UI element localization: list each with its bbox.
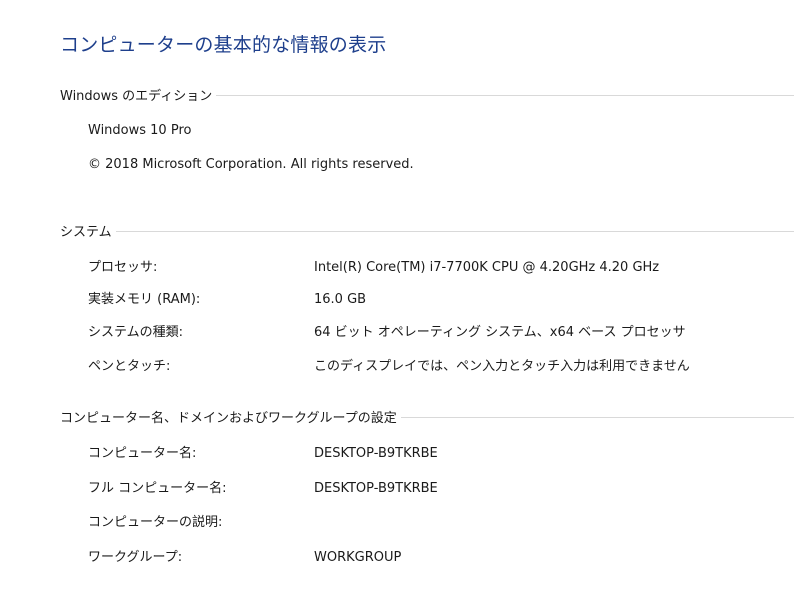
computer-section-label: コンピューター名、ドメインおよびワークグループの設定	[60, 410, 397, 426]
computer-name-label: コンピューター名:	[88, 446, 197, 461]
computer-description-label: コンピューターの説明:	[88, 515, 223, 530]
workgroup-label: ワークグループ:	[88, 550, 183, 565]
computer-section-header: コンピューター名、ドメインおよびワークグループの設定	[60, 406, 794, 426]
workgroup-value: WORKGROUP	[314, 550, 402, 565]
processor-label: プロセッサ:	[88, 260, 158, 275]
full-computer-name-value: DESKTOP-B9TKRBE	[314, 481, 438, 496]
ram-label: 実装メモリ (RAM):	[88, 292, 201, 307]
full-computer-name-label: フル コンピューター名:	[88, 481, 227, 496]
section-divider	[115, 230, 794, 232]
ram-value: 16.0 GB	[314, 292, 367, 307]
edition-section-label: Windows のエディション	[60, 88, 213, 104]
page-title: コンピューターの基本的な情報の表示	[60, 34, 387, 56]
edition-name: Windows 10 Pro	[88, 123, 192, 138]
edition-section-header: Windows のエディション	[60, 84, 794, 104]
system-section-label: システム	[60, 224, 112, 240]
pen-touch-value: このディスプレイでは、ペン入力とタッチ入力は利用できません	[314, 359, 690, 374]
system-section-header: システム	[60, 220, 794, 240]
section-divider	[216, 94, 794, 96]
system-type-value: 64 ビット オペレーティング システム、x64 ベース プロセッサ	[314, 325, 686, 340]
processor-value: Intel(R) Core(TM) i7-7700K CPU @ 4.20GHz…	[314, 260, 660, 275]
system-type-label: システムの種類:	[88, 325, 183, 340]
copyright-text: © 2018 Microsoft Corporation. All rights…	[88, 157, 414, 172]
section-divider	[400, 416, 794, 418]
computer-name-value: DESKTOP-B9TKRBE	[314, 446, 438, 461]
pen-touch-label: ペンとタッチ:	[88, 359, 171, 374]
